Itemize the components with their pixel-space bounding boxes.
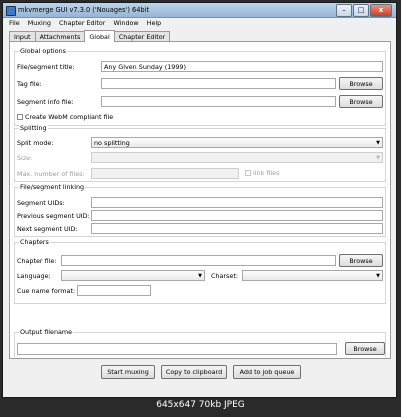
prev-uid-label: Previous segment UID: xyxy=(17,212,90,220)
menu-help[interactable]: Help xyxy=(147,18,162,28)
segment-info-input[interactable] xyxy=(101,96,336,107)
cue-name-label: Cue name format: xyxy=(17,287,76,295)
menu-file[interactable]: File xyxy=(9,18,20,28)
webm-label: Create WebM compliant file xyxy=(25,113,114,121)
link-files-checkbox[interactable] xyxy=(245,170,251,176)
next-uid-label: Next segment UID: xyxy=(17,225,78,233)
copy-clipboard-button[interactable]: Copy to clipboard xyxy=(161,365,227,379)
output-group: Output filename Browse xyxy=(14,328,386,357)
output-filename-input[interactable] xyxy=(17,343,337,355)
tag-file-input[interactable] xyxy=(101,78,336,89)
global-options-group: Global options File/segment title: Any G… xyxy=(14,47,386,126)
chapters-legend: Chapters xyxy=(19,238,50,246)
chevron-down-icon: ▼ xyxy=(198,273,202,279)
add-job-queue-button[interactable]: Add to job queue xyxy=(233,365,301,379)
chevron-down-icon: ▼ xyxy=(376,140,380,146)
minimize-button[interactable]: – xyxy=(336,4,352,17)
split-mode-select[interactable]: no splitting ▼ xyxy=(91,137,383,148)
title-bar[interactable]: mkvmerge GUI v7.3.0 ('Nouages') 64bit – … xyxy=(3,3,396,18)
chapter-file-input[interactable] xyxy=(61,255,336,266)
segment-info-browse-button[interactable]: Browse xyxy=(339,95,383,108)
chapter-file-label: Chapter file: xyxy=(17,257,57,265)
window-title: mkvmerge GUI v7.3.0 ('Nouages') 64bit xyxy=(18,6,150,14)
tab-global[interactable]: Global xyxy=(84,30,115,42)
cue-name-input[interactable] xyxy=(77,285,151,296)
link-files-label: link files xyxy=(253,169,280,177)
menu-bar: File Muxing Chapter Editor Window Help xyxy=(3,18,396,28)
max-files-input[interactable] xyxy=(91,168,239,179)
charset-select[interactable]: ▼ xyxy=(242,270,383,281)
menu-chapter-editor[interactable]: Chapter Editor xyxy=(59,18,106,28)
menu-window[interactable]: Window xyxy=(113,18,138,28)
size-select[interactable]: ▼ xyxy=(91,152,383,163)
split-mode-value: no splitting xyxy=(94,139,130,147)
splitting-legend: Splitting xyxy=(19,124,48,132)
tag-browse-button[interactable]: Browse xyxy=(339,77,383,90)
close-button[interactable]: x xyxy=(370,4,392,17)
segment-info-label: Segment info file: xyxy=(17,98,74,106)
language-select[interactable]: ▼ xyxy=(61,270,205,281)
max-files-label: Max. number of files: xyxy=(17,170,85,178)
maximize-button[interactable]: □ xyxy=(353,4,369,17)
language-label: Language: xyxy=(17,272,51,280)
global-panel: Global options File/segment title: Any G… xyxy=(9,41,391,359)
start-muxing-button[interactable]: Start muxing xyxy=(101,365,155,379)
app-window: mkvmerge GUI v7.3.0 ('Nouages') 64bit – … xyxy=(2,2,397,398)
output-legend: Output filename xyxy=(19,328,74,336)
menu-muxing[interactable]: Muxing xyxy=(28,18,51,28)
title-label: File/segment title: xyxy=(17,63,75,71)
prev-uid-input[interactable] xyxy=(91,210,383,221)
chapters-group: Chapters Chapter file: Browse Language: … xyxy=(14,238,386,304)
chevron-down-icon: ▼ xyxy=(376,155,380,161)
webm-checkbox[interactable] xyxy=(17,114,23,120)
segment-uids-input[interactable] xyxy=(91,197,383,208)
global-options-legend: Global options xyxy=(19,47,67,55)
app-icon xyxy=(6,6,16,16)
tag-file-label: Tag file: xyxy=(17,80,42,88)
chevron-down-icon: ▼ xyxy=(376,273,380,279)
output-browse-button[interactable]: Browse xyxy=(345,342,385,355)
image-caption: 645x647 70kb JPEG xyxy=(156,400,245,410)
chapter-browse-button[interactable]: Browse xyxy=(339,254,383,267)
charset-label: Charset: xyxy=(211,272,238,280)
splitting-group: Splitting Split mode: no splitting ▼ Siz… xyxy=(14,124,386,182)
next-uid-input[interactable] xyxy=(91,223,383,234)
linking-legend: File/segment linking xyxy=(19,183,86,191)
segment-uids-label: Segment UIDs: xyxy=(17,199,65,207)
split-mode-label: Split mode: xyxy=(17,139,54,147)
linking-group: File/segment linking Segment UIDs: Previ… xyxy=(14,183,386,237)
title-input[interactable]: Any Given Sunday (1999) xyxy=(101,61,383,72)
size-label: Size: xyxy=(17,154,33,162)
